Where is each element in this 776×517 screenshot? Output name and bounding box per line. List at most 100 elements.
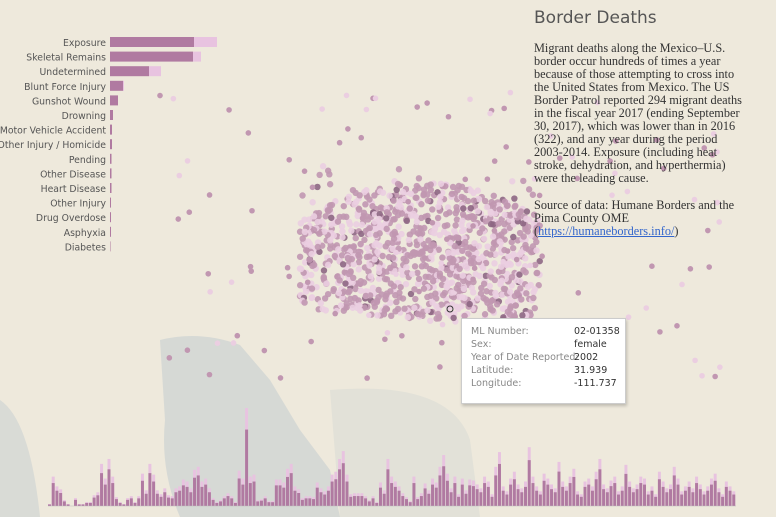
histogram-bar bbox=[185, 486, 189, 506]
histogram-bar bbox=[717, 492, 721, 506]
category-label: Other Injury bbox=[50, 199, 106, 210]
histogram-bar bbox=[59, 493, 63, 506]
histogram-bar bbox=[51, 483, 55, 506]
histogram-bar bbox=[598, 469, 602, 506]
histogram-bar bbox=[137, 498, 141, 506]
histogram-bar bbox=[683, 490, 687, 506]
histogram-bar bbox=[561, 486, 565, 506]
histogram-bar bbox=[713, 480, 717, 506]
histogram-bar bbox=[572, 476, 576, 506]
histogram-bar bbox=[538, 494, 542, 506]
histogram-bar bbox=[267, 502, 271, 506]
page-title: Border Deaths bbox=[534, 8, 657, 28]
source-link[interactable]: https://humaneborders.info/ bbox=[538, 224, 674, 238]
histogram-bar bbox=[512, 479, 516, 506]
category-label: Undetermined bbox=[40, 67, 107, 78]
histogram-bar bbox=[568, 483, 572, 506]
histogram-bar bbox=[129, 498, 133, 506]
histogram-bar bbox=[501, 490, 505, 506]
histogram-bar bbox=[602, 489, 606, 506]
histogram-bar bbox=[531, 483, 535, 506]
histogram-bar bbox=[445, 480, 449, 506]
histogram-bar bbox=[88, 502, 92, 506]
deaths-over-time-histogram bbox=[48, 408, 736, 507]
histogram-bar bbox=[557, 471, 561, 506]
histogram-bar bbox=[148, 473, 152, 506]
histogram-bar bbox=[96, 495, 100, 506]
histogram-bar bbox=[576, 494, 580, 506]
histogram-bar bbox=[412, 483, 416, 506]
histogram-bar bbox=[193, 477, 197, 506]
histogram-bar bbox=[144, 493, 148, 506]
histogram-bar bbox=[155, 493, 159, 506]
histogram-bar bbox=[524, 486, 527, 506]
histogram-bar bbox=[620, 490, 624, 506]
histogram-bar bbox=[497, 463, 501, 506]
category-bar bbox=[110, 183, 112, 193]
info-panel: Border Deaths Migrant deaths along the M… bbox=[534, 8, 744, 252]
histogram-bar bbox=[263, 498, 267, 506]
histogram-bar bbox=[274, 485, 278, 506]
histogram-bar bbox=[635, 489, 639, 506]
histogram-bar bbox=[553, 492, 557, 506]
histogram-bar bbox=[312, 499, 316, 506]
source-note: Source of data: Humane Borders and the P… bbox=[534, 198, 735, 238]
histogram-bar bbox=[631, 492, 635, 506]
category-label: Gunshot Wound bbox=[32, 96, 106, 107]
histogram-bar bbox=[479, 492, 483, 506]
histogram-bar bbox=[103, 484, 107, 506]
histogram-bar bbox=[364, 498, 368, 506]
category-bar bbox=[110, 197, 111, 208]
histogram-bar bbox=[579, 496, 583, 506]
category-bar bbox=[149, 66, 161, 77]
histogram-bar bbox=[695, 483, 699, 506]
histogram-bar bbox=[442, 466, 446, 506]
histogram-bar bbox=[516, 489, 520, 506]
histogram-bar bbox=[378, 487, 382, 506]
category-bar bbox=[193, 51, 201, 62]
histogram-bar bbox=[319, 492, 323, 506]
histogram-bar bbox=[616, 494, 620, 506]
histogram-bar bbox=[326, 490, 330, 506]
histogram-bar bbox=[349, 496, 353, 506]
histogram-bar bbox=[252, 481, 256, 506]
histogram-bar bbox=[490, 496, 494, 506]
category-label: Exposure bbox=[63, 38, 106, 49]
histogram-bar bbox=[546, 484, 550, 506]
histogram-bar bbox=[646, 494, 650, 506]
histogram-bar bbox=[330, 481, 334, 506]
histogram-bar bbox=[405, 499, 408, 506]
histogram-bar bbox=[661, 486, 665, 506]
histogram-bar bbox=[245, 429, 249, 506]
histogram-bar bbox=[114, 499, 118, 506]
description: Migrant deaths along the Mexico–U.S. bor… bbox=[534, 41, 742, 185]
histogram-bar bbox=[624, 473, 628, 506]
category-bar bbox=[110, 139, 112, 150]
histogram-bar bbox=[55, 490, 59, 506]
histogram-bar bbox=[613, 483, 617, 506]
histogram-bar bbox=[375, 502, 379, 506]
category-label: Skeletal Remains bbox=[26, 53, 106, 64]
histogram-bar bbox=[163, 492, 167, 506]
histogram-bar bbox=[170, 498, 174, 506]
category-label: Pending bbox=[69, 155, 106, 166]
histogram-bar bbox=[408, 502, 412, 506]
histogram-bar bbox=[219, 501, 223, 506]
histogram-bar bbox=[650, 490, 654, 506]
histogram-bar bbox=[289, 473, 293, 506]
histogram-bar bbox=[259, 500, 263, 506]
histogram-bar bbox=[434, 487, 438, 506]
histogram-bar bbox=[643, 484, 647, 506]
category-label: Drug Overdose bbox=[36, 213, 106, 224]
histogram-bar bbox=[222, 498, 226, 506]
histogram-bar bbox=[419, 496, 423, 506]
histogram-bar bbox=[367, 501, 371, 506]
histogram-bar bbox=[471, 486, 475, 506]
histogram-bar bbox=[672, 475, 676, 506]
histogram-bar bbox=[676, 484, 680, 506]
category-label: Blunt Force Injury bbox=[24, 82, 106, 93]
histogram-bar bbox=[691, 492, 695, 506]
histogram-bar bbox=[483, 483, 487, 506]
histogram-bar bbox=[360, 496, 364, 506]
histogram-bar bbox=[196, 475, 200, 506]
